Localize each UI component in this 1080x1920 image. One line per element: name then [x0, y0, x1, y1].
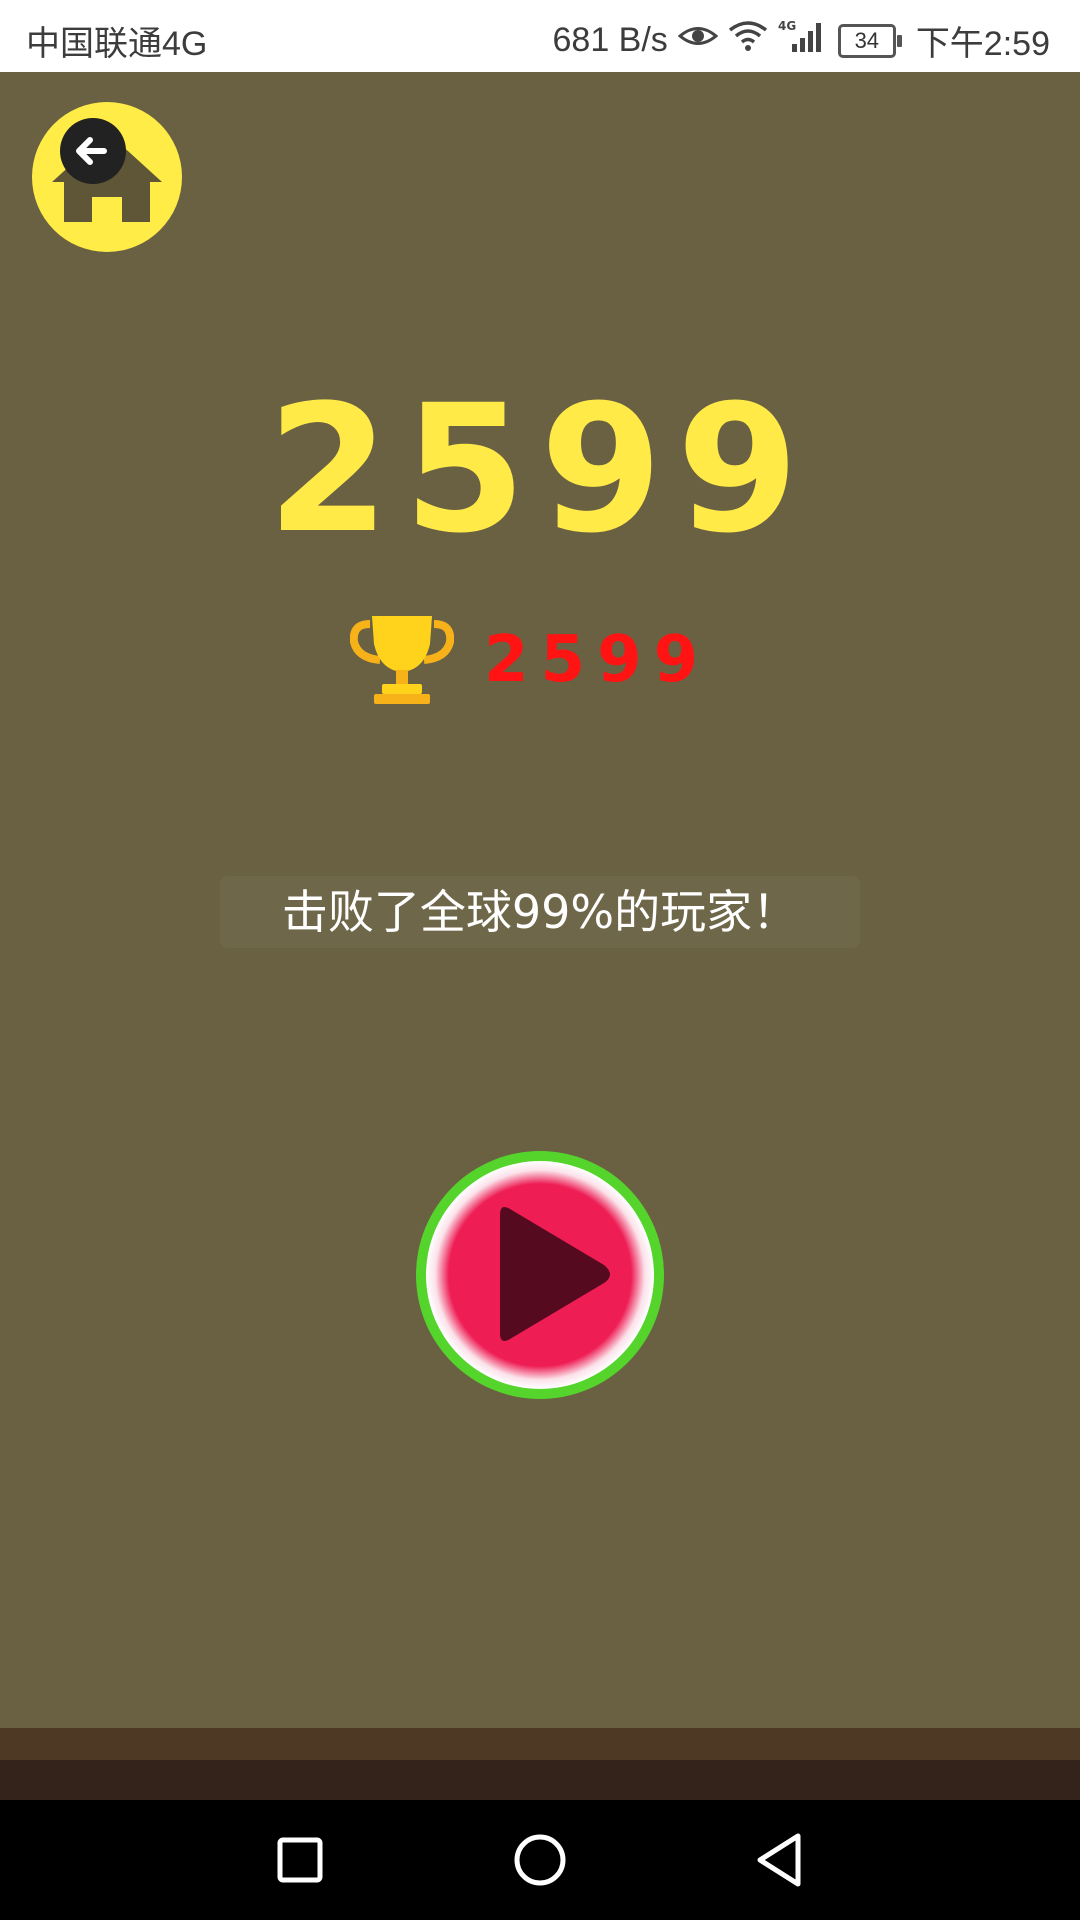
- wifi-icon: [728, 20, 768, 61]
- battery-level: 34: [854, 27, 880, 53]
- play-icon: [416, 1151, 664, 1399]
- play-again-button[interactable]: [412, 1147, 668, 1403]
- back-triangle-icon: [757, 1833, 801, 1887]
- trophy-icon: [350, 616, 454, 704]
- ground-base: [0, 1760, 1080, 1800]
- status-indicators: 681 B/s 4G 34 下午2:59: [553, 16, 1051, 65]
- back-nav-button[interactable]: [750, 1830, 810, 1890]
- best-score-row: 2599: [350, 610, 710, 710]
- clock-label: 下午2:59: [915, 25, 1050, 63]
- status-bar: 中国联通4G 681 B/s 4G 34 下午2:59: [0, 0, 1080, 72]
- game-over-screen: 中国联通4G 681 B/s 4G 34 下午2:59 2599 2599 击败…: [0, 0, 1080, 1920]
- eye-icon: [677, 21, 719, 60]
- ground-strip: [0, 1728, 1080, 1760]
- current-score: 2599: [267, 367, 813, 572]
- home-circle-icon: [514, 1834, 566, 1886]
- best-score: 2599: [484, 623, 711, 697]
- system-nav-bar: [0, 1800, 1080, 1920]
- back-arrow-icon: [76, 137, 107, 165]
- net-speed-label: 681 B/s: [552, 21, 668, 59]
- back-button[interactable]: [60, 118, 126, 184]
- carrier-label: 中国联通4G: [26, 25, 208, 63]
- beat-percentage-message: 击败了全球99%的玩家！: [220, 876, 860, 948]
- signal-4g-icon: 4G: [778, 18, 828, 63]
- battery-icon: 34: [837, 23, 902, 58]
- svg-text:4G: 4G: [778, 19, 796, 33]
- recent-apps-icon: [277, 1837, 323, 1883]
- home-nav-button[interactable]: [510, 1830, 570, 1890]
- recent-apps-button[interactable]: [270, 1830, 330, 1890]
